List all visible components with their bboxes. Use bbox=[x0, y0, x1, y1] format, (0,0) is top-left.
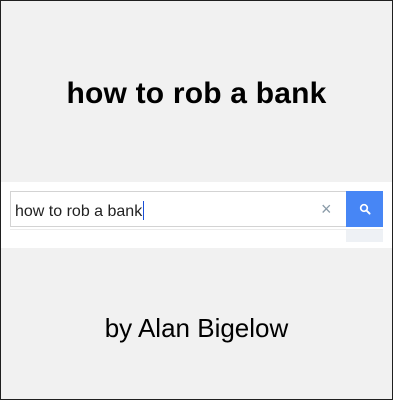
book-cover: how to rob a bank how to rob a bank × by… bbox=[0, 0, 393, 400]
search-input[interactable]: how to rob a bank × bbox=[10, 191, 346, 227]
search-suggestions-edge bbox=[10, 229, 383, 242]
search-button[interactable] bbox=[346, 191, 383, 227]
cover-author: by Alan Bigelow bbox=[104, 313, 289, 343]
search-bar: how to rob a bank × bbox=[1, 182, 392, 248]
close-icon[interactable]: × bbox=[321, 200, 332, 218]
search-icon bbox=[359, 203, 371, 215]
search-query-text: how to rob a bank bbox=[15, 201, 145, 220]
text-caret bbox=[143, 201, 145, 220]
cover-title: how to rob a bank bbox=[66, 77, 327, 110]
